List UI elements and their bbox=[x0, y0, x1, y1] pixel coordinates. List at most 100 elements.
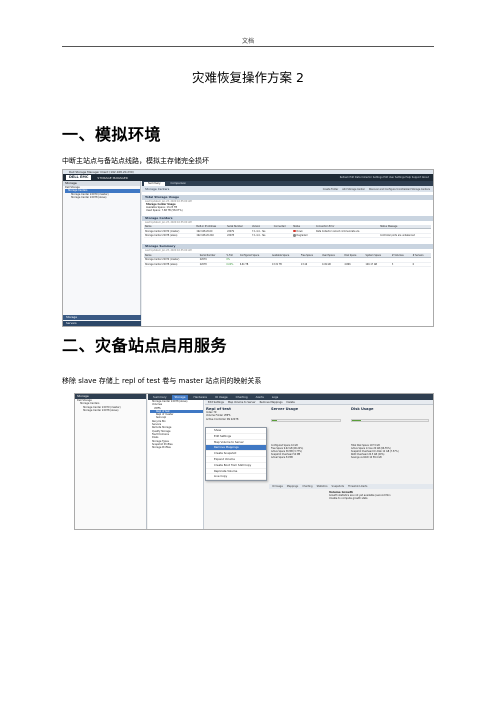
property-row: Active Controller SN 22078 bbox=[206, 418, 238, 421]
usage-key: Used Space bbox=[146, 209, 161, 213]
server-usage-fill bbox=[272, 420, 278, 421]
tab-logs[interactable]: Logs bbox=[269, 395, 281, 400]
volume-properties: Index 79 Volume Folder VMFS Active Contr… bbox=[206, 411, 238, 421]
storage-summary-table: Name Serial Number% Full Configured Space A… bbox=[144, 253, 431, 268]
edit-settings-button[interactable]: Edit Settings bbox=[208, 401, 224, 404]
bottom-tab[interactable]: Snapshots bbox=[332, 484, 344, 489]
status-degraded-icon bbox=[293, 234, 296, 237]
stat-value: 12 GB (7.57%) bbox=[382, 450, 399, 454]
table-cell: Degraded bbox=[292, 233, 315, 239]
tab-hardware[interactable]: Hardware bbox=[190, 395, 210, 400]
tab-storage[interactable]: Storage bbox=[171, 394, 189, 400]
context-menu: Show Edit Settings Map Volume to Server Rem… bbox=[205, 427, 267, 482]
table-cell: Controller ports are unbalanced bbox=[379, 233, 431, 239]
usage-value: 7.68 TB (58.07%) bbox=[161, 209, 183, 213]
table-cell: 0.49 GB bbox=[321, 262, 344, 268]
left-panel: Storage Dell Storage Storage Centers Sto… bbox=[75, 394, 147, 529]
screenshot-volume-remove-mappings: Storage Dell Storage Storage Centers Sto… bbox=[74, 393, 434, 530]
dell-emc-logo: DELL EMC bbox=[66, 175, 92, 180]
top-links[interactable]: Refresh Edit Data Collector Settings Edi… bbox=[340, 176, 429, 179]
server-usage-bar bbox=[271, 419, 341, 422]
table-cell: 13.16 bbox=[299, 262, 321, 268]
table-cell: 6 bbox=[411, 262, 431, 268]
table-cell: 192.168.20.240 bbox=[195, 233, 227, 239]
section-bar: Storage Centers Create Folder Add Storag… bbox=[142, 186, 433, 192]
map-volume-button[interactable]: Map Volume to Server bbox=[228, 401, 256, 404]
discover-configure-button[interactable]: Discover and Configure Uninitialized Sto… bbox=[369, 188, 430, 191]
stat-value: 54 MB bbox=[285, 456, 293, 460]
app-name: STORAGE MANAGER bbox=[97, 175, 128, 180]
stat-row: Actual Space 54 MB bbox=[271, 456, 303, 459]
delete-button[interactable]: Delete bbox=[287, 401, 295, 404]
volume-toolbar: Edit Settings Map Volume to Server Remov… bbox=[205, 400, 433, 405]
tab-io-usage[interactable]: IO Usage bbox=[212, 395, 231, 400]
section2-heading: 二、灾备站点启用服务 bbox=[62, 336, 228, 355]
volume-growth: Volume Growth Growth statistics are not … bbox=[269, 490, 433, 501]
stat-key: Savings vs RAID 10 bbox=[351, 456, 373, 460]
server-usage-stats: Configured Space 10 GB Free Space 9.62 GB… bbox=[271, 444, 303, 459]
storage-tree: Dell Storage Storage Centers Storage Cen… bbox=[63, 186, 140, 200]
menu-item[interactable]: Live Copy bbox=[206, 474, 266, 481]
tree-item[interactable]: Storage Center 22078 (slave) bbox=[65, 196, 140, 199]
document-title: 灾难恢复操作方案 2 bbox=[192, 70, 304, 85]
add-storage-center-button[interactable]: Add Storage Center bbox=[342, 188, 365, 191]
table-cell bbox=[314, 233, 380, 239]
table-cell: 6.61 TB bbox=[238, 262, 271, 268]
table-cell bbox=[272, 233, 293, 239]
table-cell: 3 bbox=[390, 262, 412, 268]
tree-item[interactable]: Storage Profiles bbox=[150, 446, 203, 449]
stat-value: 58.4 GB bbox=[372, 456, 382, 460]
bottom-tab[interactable]: Mappings bbox=[287, 484, 299, 489]
table-cell: 0.00% bbox=[225, 262, 239, 268]
bottom-tab[interactable]: Statistics bbox=[317, 484, 328, 489]
tab-comparison[interactable]: Comparison bbox=[167, 182, 191, 186]
storage-summary-updated: Last Updated: Jan 23, 2020 10:35:00 AM bbox=[145, 249, 192, 253]
table-cell: 7.1.4.4 - Yes bbox=[251, 233, 273, 239]
table-cell: 4.866 bbox=[343, 262, 365, 268]
property-value: SN 22078 bbox=[226, 417, 239, 421]
stat-key: Actual Space bbox=[271, 456, 286, 460]
table-row[interactable]: Storage Center 22078 (slave) 22078 0.00% 6.… bbox=[144, 262, 431, 268]
tree-item[interactable]: Storage Center 22078 (slave) bbox=[77, 409, 146, 412]
remove-mappings-button[interactable]: Remove Mappings bbox=[260, 401, 283, 404]
table-cell: 13.31 TB bbox=[270, 262, 300, 268]
nav-servers[interactable]: Servers bbox=[63, 321, 141, 326]
table-cell: 190.17 GB bbox=[364, 262, 391, 268]
status-down-icon bbox=[293, 229, 296, 233]
usage-block: Storage Center Usage Available Space: 13… bbox=[142, 203, 433, 213]
growth-text: Unable to compute growth stats bbox=[329, 497, 368, 501]
nav-storage[interactable]: Storage bbox=[63, 315, 141, 320]
storage-centers-updated: Last Updated: Jan 23, 2020 10:35:00 AM bbox=[145, 220, 192, 224]
tab-summary[interactable]: Summary bbox=[150, 395, 170, 400]
section2-description: 移除 slave 存储上 repl of test 卷与 master 站点间的… bbox=[62, 377, 262, 385]
table-cell: 22078 bbox=[226, 233, 252, 239]
bottom-tabs: IO Usage Mappings Charting Statistics Snapsh… bbox=[269, 484, 433, 489]
server-usage-title: Server Usage bbox=[271, 407, 299, 411]
tab-summary[interactable]: Summary bbox=[144, 182, 165, 186]
header-divider bbox=[62, 46, 434, 47]
volume-nav-tree: Storage Center 22078 (slave) Volumes VMFS R… bbox=[148, 400, 204, 529]
table-cell: 22078 bbox=[198, 262, 226, 268]
table-cell: Storage Center 22078 (slave) bbox=[144, 262, 199, 268]
disk-usage-fill bbox=[352, 420, 362, 421]
stat-row: Savings vs RAID 10 58.4 GB bbox=[351, 456, 399, 459]
disk-usage-stats: Total Disk Space 107.5 GB Active Space in… bbox=[351, 444, 399, 459]
property-key: Active Controller bbox=[206, 417, 226, 421]
usage-row: Used Space: 7.68 TB (58.07%) bbox=[146, 209, 183, 213]
page-header: 文档 bbox=[241, 38, 254, 45]
bottom-tab[interactable]: Charting bbox=[302, 484, 312, 489]
tab-alerts[interactable]: Alerts bbox=[253, 395, 267, 400]
bottom-tab[interactable]: IO Usage bbox=[272, 484, 283, 489]
storage-centers-table: Name Built-in IP Address Serial Number Vers… bbox=[144, 224, 431, 239]
stat-value: 54 MB bbox=[293, 453, 301, 457]
tab-charting[interactable]: Charting bbox=[233, 395, 251, 400]
section-title: Storage Centers bbox=[145, 187, 170, 191]
app-topbar: DELL EMC STORAGE MANAGER Refresh Edit Da… bbox=[63, 174, 433, 181]
table-row[interactable]: Storage Center 22078 (slave) 192.168.20.2… bbox=[144, 233, 431, 239]
main-panel: Summary Comparison Storage Centers Creat… bbox=[142, 181, 433, 326]
section1-heading: 一、模拟环境 bbox=[62, 125, 162, 144]
disk-usage-title: Disk Usage bbox=[351, 407, 374, 411]
screenshot-storage-manager-summary: Dell Storage Manager Client (192.168.20.… bbox=[62, 169, 434, 327]
bottom-tab[interactable]: Threshold Alerts bbox=[348, 484, 367, 489]
create-folder-button[interactable]: Create Folder bbox=[323, 188, 338, 191]
